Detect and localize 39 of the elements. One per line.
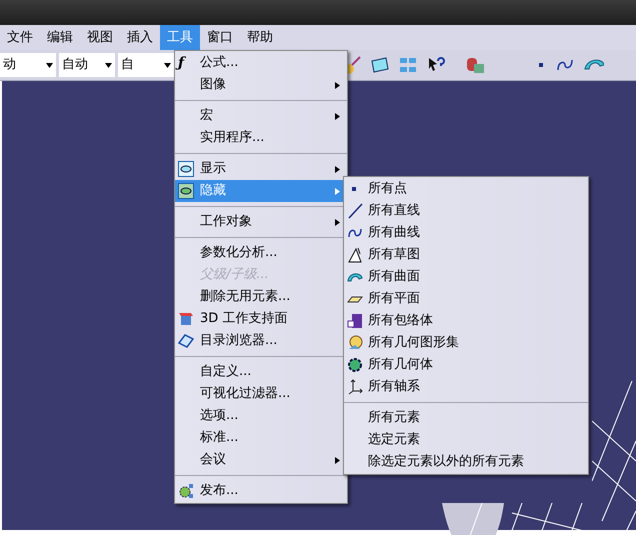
menu-option[interactable]: 选项...: [175, 405, 347, 427]
menu-option[interactable]: 所有几何图形集: [344, 332, 588, 354]
menu-option[interactable]: 所有轴系: [344, 376, 588, 398]
menu-option[interactable]: 工作对象: [175, 211, 347, 233]
menu-option[interactable]: 所有点: [344, 178, 588, 200]
dropdown[interactable]: 自动: [59, 53, 115, 77]
menu-item[interactable]: 窗口: [200, 25, 240, 50]
menu-option[interactable]: 图像: [175, 74, 347, 96]
menu-item[interactable]: 帮助: [240, 25, 280, 50]
menu-option[interactable]: 参数化分析...: [175, 242, 347, 264]
menu-option[interactable]: ƒ 公式...: [175, 52, 347, 74]
menu-item[interactable]: 插入: [120, 25, 160, 50]
menu-option[interactable]: 所有几何体: [344, 354, 588, 376]
menu-option[interactable]: 除选定元素以外的所有元素: [344, 451, 588, 473]
menu-option[interactable]: 会议: [175, 449, 347, 471]
menu-option[interactable]: 显示: [175, 158, 347, 180]
menu-option[interactable]: 目录浏览器...: [175, 330, 347, 352]
menu-option[interactable]: 标准...: [175, 427, 347, 449]
formula-icon: ƒ: [178, 56, 184, 70]
menu-option[interactable]: 所有直线: [344, 200, 588, 222]
menu-option[interactable]: 可视化过滤器...: [175, 383, 347, 405]
menu-option[interactable]: 选定元素: [344, 429, 588, 451]
menu-item[interactable]: 视图: [80, 25, 120, 50]
menu-option[interactable]: 所有曲线: [344, 222, 588, 244]
menu-option[interactable]: 自定义...: [175, 361, 347, 383]
menu-option[interactable]: 3D 工作支持面: [175, 308, 347, 330]
menu-option[interactable]: 宏: [175, 105, 347, 127]
menu-option[interactable]: 所有草图: [344, 244, 588, 266]
menu-item[interactable]: 编辑: [40, 25, 80, 50]
menu-option[interactable]: 所有平面: [344, 288, 588, 310]
menu-option[interactable]: 删除无用元素...: [175, 286, 347, 308]
menu-item[interactable]: 文件: [0, 25, 40, 50]
dropdown[interactable]: 自: [118, 53, 174, 77]
menu-option[interactable]: 实用程序...: [175, 127, 347, 149]
menu-option[interactable]: 所有元素: [344, 407, 588, 429]
menu-option[interactable]: 所有曲面: [344, 266, 588, 288]
menu-option[interactable]: 所有包络体: [344, 310, 588, 332]
menu-option[interactable]: 发布...: [175, 480, 347, 502]
dropdown[interactable]: 动: [0, 53, 56, 77]
